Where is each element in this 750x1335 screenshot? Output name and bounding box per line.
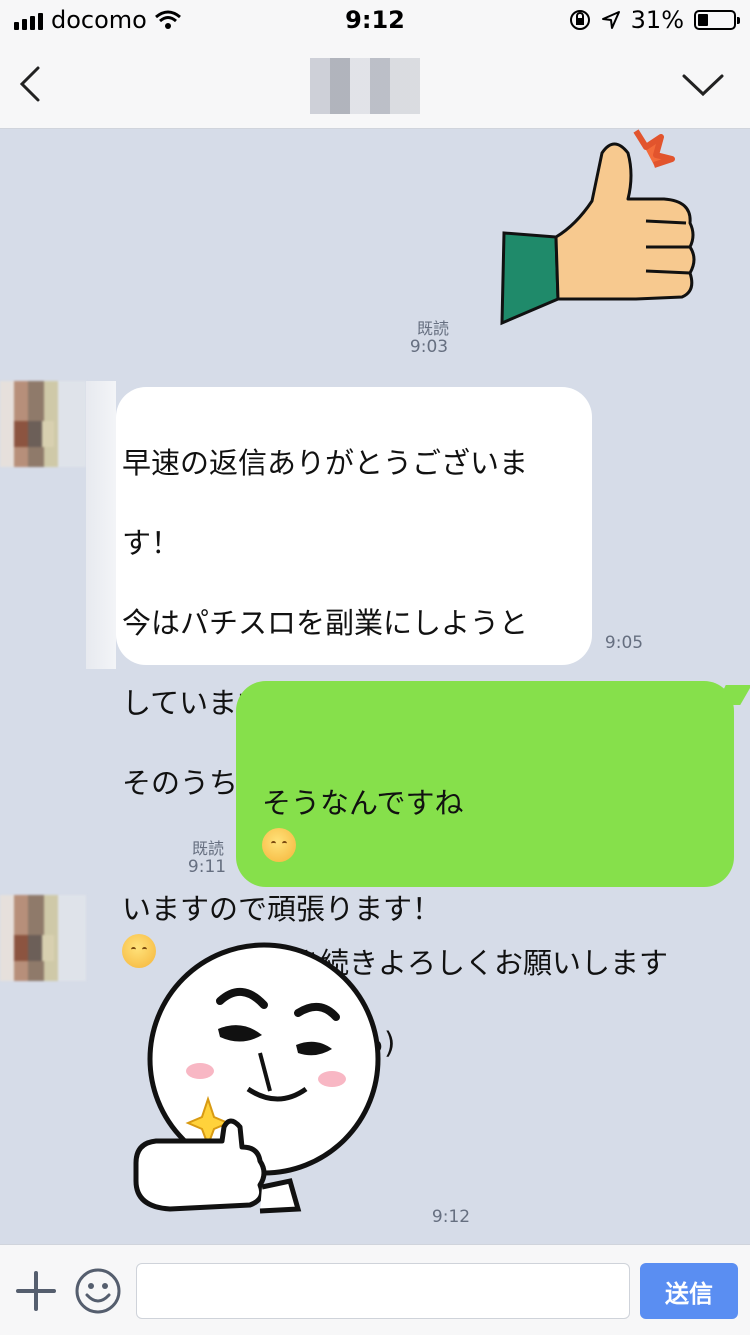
contact-avatar[interactable] bbox=[0, 381, 86, 467]
location-arrow-icon bbox=[601, 11, 620, 29]
plus-icon[interactable] bbox=[16, 1271, 56, 1311]
sent-message-bubble[interactable]: そうなんですね 引き続きよろしくお願いします (๑>◡<๑) bbox=[236, 681, 734, 1060]
blurred-area bbox=[86, 381, 116, 669]
message-line: そうなんですね bbox=[262, 786, 464, 820]
contact-avatar[interactable] bbox=[0, 895, 86, 981]
message-time: 9:11 bbox=[187, 857, 227, 877]
read-receipt: 既読 bbox=[416, 319, 449, 338]
message-text-input[interactable] bbox=[136, 1263, 630, 1319]
menu-chevron-down-icon[interactable] bbox=[680, 70, 726, 100]
message-time: 9:03 bbox=[409, 337, 449, 357]
contact-name-blurred bbox=[290, 58, 480, 114]
read-receipt: 既読 bbox=[191, 839, 224, 858]
message-input-bar: 送信 bbox=[0, 1244, 750, 1335]
battery-icon bbox=[694, 10, 740, 30]
back-chevron-icon[interactable] bbox=[14, 64, 54, 104]
thumbs-up-sticker[interactable] bbox=[496, 129, 706, 329]
message-line: す！ bbox=[122, 526, 181, 560]
message-line: 今はパチスロを副業にしようと bbox=[122, 606, 529, 640]
rotation-lock-icon bbox=[569, 10, 590, 30]
message-line: 早速の返信ありがとうございま bbox=[122, 446, 529, 480]
message-time: 9:05 bbox=[604, 633, 644, 653]
relieved-face-emoji-icon bbox=[262, 828, 296, 862]
emoji-picker-icon[interactable] bbox=[74, 1267, 122, 1315]
moon-character-sticker[interactable] bbox=[130, 941, 390, 1217]
send-button[interactable]: 送信 bbox=[640, 1263, 738, 1319]
message-time: 9:12 bbox=[431, 1207, 471, 1227]
battery-percent: 31% bbox=[630, 6, 684, 34]
message-line-with-emoji: そうなんですね bbox=[262, 743, 734, 863]
received-message-bubble[interactable]: 早速の返信ありがとうございま す！ 今はパチスロを副業にしようと していますが … bbox=[116, 387, 592, 968]
chat-area: 既読 9:03 早速の返信ありがとうございま す！ 今はパチスロを副業にしようと… bbox=[0, 129, 750, 1244]
status-bar: docomo 9:12 31% bbox=[0, 0, 750, 40]
chat-header bbox=[0, 40, 750, 129]
